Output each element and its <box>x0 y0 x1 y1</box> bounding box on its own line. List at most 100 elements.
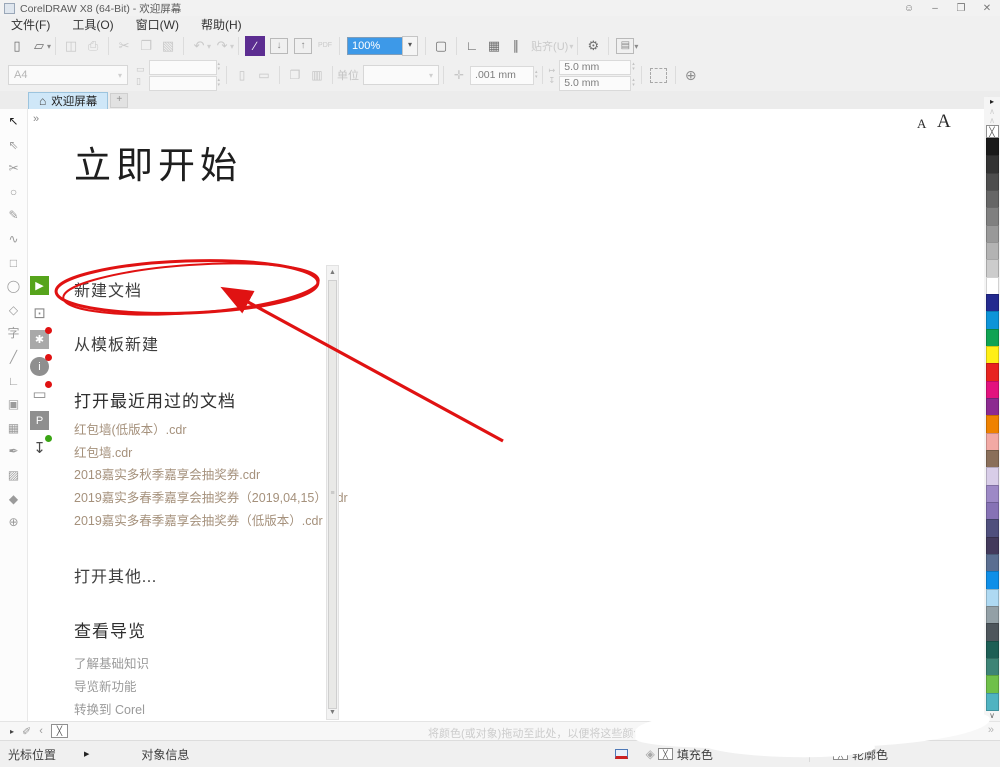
scroll-down-icon[interactable]: ▼ <box>327 706 338 719</box>
landscape-icon[interactable]: ▭ <box>255 68 273 82</box>
paste-icon[interactable]: ▧ <box>157 36 179 56</box>
color-profile-icon[interactable] <box>615 749 628 759</box>
portrait-icon[interactable]: ▯ <box>233 68 251 82</box>
color-swatch[interactable] <box>986 485 999 503</box>
color-swatch[interactable] <box>986 415 999 433</box>
no-color-swatch[interactable]: ╳ <box>986 125 999 138</box>
duplicate-y-spinner[interactable]: ▴▾ <box>632 78 635 88</box>
fill-color-swatch[interactable]: ╳ <box>658 748 673 760</box>
save-icon[interactable]: ◫ <box>60 36 82 56</box>
color-swatch[interactable] <box>986 519 999 537</box>
scroll-up-icon[interactable]: ▲ <box>327 266 338 279</box>
eyedropper-tool-icon[interactable]: ✒ <box>3 442 25 461</box>
publish-pdf-icon[interactable]: PDF <box>315 42 335 50</box>
palette-flyout-icon[interactable]: ▸ <box>990 97 994 107</box>
color-swatch[interactable] <box>986 294 999 312</box>
recent-file-link[interactable]: 2019嘉实多春季嘉享会抽奖券（2019,04,15）.cdr <box>74 487 348 510</box>
account-icon[interactable]: ☺ <box>896 3 922 14</box>
workspace-icon[interactable]: ⊡ <box>30 303 49 322</box>
crop-tool-icon[interactable]: ✂ <box>3 159 25 178</box>
learn-icon[interactable]: i <box>30 357 49 376</box>
snap-to-dropdown[interactable]: 贴齐(U) <box>531 38 568 54</box>
open-other-link[interactable]: 打开其他... <box>74 563 157 587</box>
palette-scroll-down-icon[interactable]: ∨ <box>989 711 995 721</box>
tour-link[interactable]: 转换到 Corel <box>74 699 149 722</box>
color-swatch[interactable] <box>986 537 999 555</box>
updates-icon[interactable]: ↧ <box>30 438 49 457</box>
color-swatch[interactable] <box>986 450 999 468</box>
color-swatch[interactable] <box>986 502 999 520</box>
cursor-flyout-icon[interactable]: ▶ <box>84 750 89 758</box>
get-started-icon[interactable]: ▶ <box>30 276 49 295</box>
polygon-tool-icon[interactable]: ◇ <box>3 301 25 320</box>
bspline-tool-icon[interactable]: ∿ <box>3 230 25 249</box>
color-swatch[interactable] <box>986 190 999 208</box>
pick-tool-icon[interactable]: ↖ <box>3 112 25 131</box>
color-swatch[interactable] <box>986 433 999 451</box>
duplicate-y-field[interactable]: 5.0 mm <box>559 76 631 91</box>
rectangle-tool-icon[interactable]: □ <box>3 254 25 273</box>
collapse-chevron-icon[interactable]: » <box>33 113 39 125</box>
color-swatch[interactable] <box>986 381 999 399</box>
freehand-tool-icon[interactable]: ✎ <box>3 206 25 225</box>
color-swatch[interactable] <box>986 311 999 329</box>
connector-tool-icon[interactable]: ∟ <box>3 372 25 391</box>
new-document-icon[interactable]: ▯ <box>6 36 28 56</box>
current-page-icon[interactable]: ▥ <box>308 68 326 82</box>
export-icon[interactable]: ↑ <box>294 38 312 54</box>
interactive-fill-tool-icon[interactable]: ◆ <box>3 490 25 509</box>
page-height-spinner[interactable]: ▴▾ <box>218 78 221 88</box>
open-dropdown-icon[interactable]: ▾ <box>47 42 51 51</box>
color-swatch[interactable] <box>986 589 999 607</box>
palette-scroll-up-icon[interactable]: ∧ <box>989 116 995 125</box>
palette-brush-icon[interactable]: ✐ <box>22 725 31 738</box>
new-tab-button[interactable]: + <box>110 93 128 108</box>
palette-flyout-arrow-icon[interactable]: ▸ <box>10 727 14 736</box>
whats-new-icon[interactable]: ✱ <box>30 330 49 349</box>
new-from-template-link[interactable]: 从模板新建 <box>74 331 159 355</box>
minimize-button[interactable]: – <box>922 3 948 14</box>
restore-button[interactable]: ❐ <box>948 3 974 14</box>
color-swatch[interactable] <box>986 346 999 364</box>
shape-tool-icon[interactable]: ⇖ <box>3 136 25 155</box>
color-swatch[interactable] <box>986 155 999 173</box>
text-size-small-button[interactable]: A <box>917 116 926 132</box>
menu-help[interactable]: 帮助(H) <box>190 16 253 33</box>
treat-as-filled-icon[interactable] <box>650 68 667 83</box>
page-width-spinner[interactable]: ▴▾ <box>218 62 221 72</box>
tour-link[interactable]: 了解基础知识 <box>74 653 149 676</box>
color-swatch[interactable] <box>986 363 999 381</box>
duplicate-x-field[interactable]: 5.0 mm <box>559 60 631 75</box>
cut-icon[interactable]: ✂ <box>113 36 135 56</box>
palette-expand-icon[interactable]: » <box>988 724 994 736</box>
product-details-icon[interactable]: P <box>30 411 49 430</box>
tour-link[interactable]: 导览新功能 <box>74 676 149 699</box>
recent-file-link[interactable]: 红包墙.cdr <box>74 442 348 465</box>
launcher-caret-icon[interactable]: ▾ <box>634 42 638 51</box>
add-tools-tool-icon[interactable]: ⊕ <box>3 513 25 532</box>
copy-icon[interactable]: ❐ <box>135 36 157 56</box>
smart-fill-tool-icon[interactable]: ▨ <box>3 466 25 485</box>
print-icon[interactable]: ⎙ <box>82 36 104 56</box>
palette-scroll-left-icon[interactable]: ‹ <box>39 725 43 737</box>
color-swatch[interactable] <box>986 207 999 225</box>
nudge-field[interactable]: .001 mm <box>470 66 534 85</box>
color-swatch[interactable] <box>986 329 999 347</box>
color-swatch[interactable] <box>986 259 999 277</box>
page-size-combo[interactable]: A4 ▾ <box>8 65 128 85</box>
search-content-icon[interactable]: ∕ <box>245 36 265 56</box>
options-gear-icon[interactable]: ⚙ <box>582 36 604 56</box>
fullscreen-preview-icon[interactable]: ▢ <box>430 36 452 56</box>
nudge-spinner[interactable]: ▴▾ <box>535 70 538 80</box>
color-swatch[interactable] <box>986 138 999 156</box>
page-height-field[interactable] <box>149 76 217 91</box>
menu-file[interactable]: 文件(F) <box>0 16 61 33</box>
recent-file-link[interactable]: 2019嘉实多春季嘉享会抽奖券（低版本）.cdr <box>74 510 348 533</box>
redo-dropdown-icon[interactable]: ▾ <box>230 42 234 51</box>
zoom-dropdown-icon[interactable]: ▾ <box>402 36 418 56</box>
recent-file-link[interactable]: 2018嘉实多秋季嘉享会抽奖券.cdr <box>74 464 348 487</box>
app-launcher-icon[interactable]: ▤ <box>616 38 634 54</box>
color-swatch[interactable] <box>986 398 999 416</box>
zoom-level-combo[interactable]: 100% ▾ <box>347 37 418 55</box>
welcome-scrollbar[interactable]: ▲ ≡ ▼ <box>326 265 339 720</box>
